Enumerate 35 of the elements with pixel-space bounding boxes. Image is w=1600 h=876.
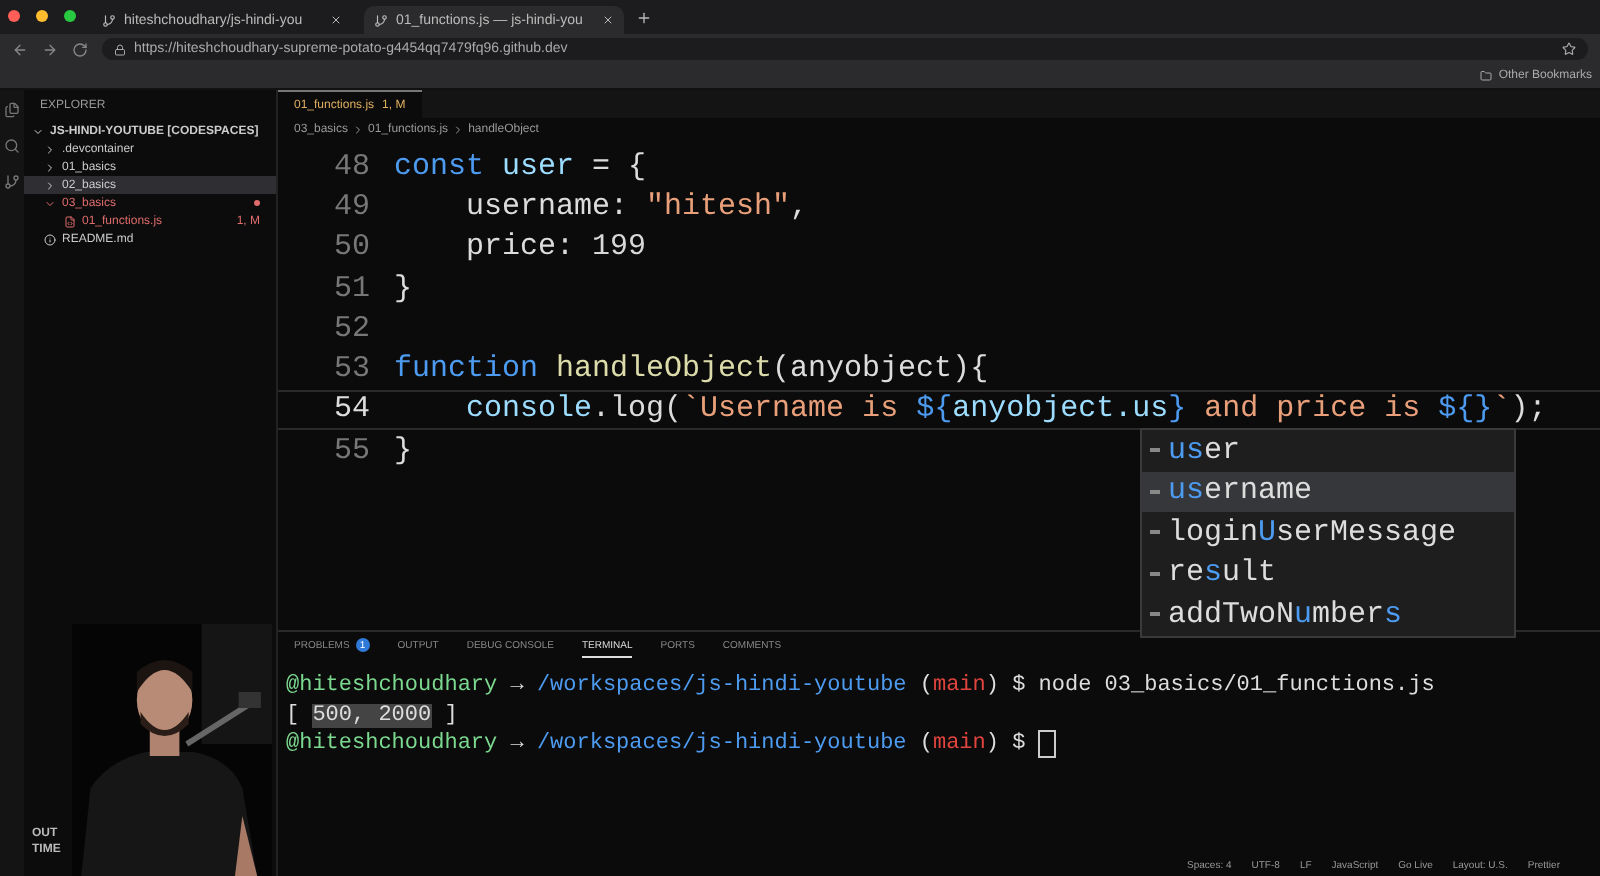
- chevron-icon: [452, 123, 465, 135]
- reload-icon: [72, 41, 88, 57]
- bookmark-star-icon: [1562, 42, 1576, 56]
- lock-icon: [114, 43, 126, 55]
- close-window-button[interactable]: [8, 10, 20, 22]
- suggestion-item[interactable]: addTwoNumbers: [1142, 594, 1514, 635]
- code-line: 54 console.log(`Username is ${anyobject.us} and price is ${}`);: [331, 390, 1547, 431]
- suggestion-item[interactable]: loginUserMessage: [1142, 512, 1514, 553]
- source-control-icon: [4, 174, 20, 190]
- code-line: 50 price: 199: [331, 228, 647, 268]
- terminal-line: @hiteshchoudhary → /workspaces/js-hindi-youtube (main) $: [286, 730, 1057, 759]
- terminal-line: [ 500, 2000 ]: [286, 701, 458, 730]
- chevron-icon: [352, 123, 365, 135]
- code-line: 52: [331, 309, 372, 349]
- code-line: 48 const user = {: [331, 147, 647, 187]
- code-file-icon: [64, 215, 76, 227]
- explorer-icon: [4, 102, 20, 118]
- code-line: 49 username: "hitesh",: [331, 187, 809, 228]
- close-icon: [602, 14, 614, 26]
- terminal-line: @hiteshchoudhary → /workspaces/js-hindi-youtube (main) $ node 03_basics/01_functions.js: [286, 672, 1435, 701]
- close-icon: [330, 14, 342, 26]
- code-line: 53 function handleObject(anyobject){: [331, 350, 989, 390]
- suggestion-item[interactable]: username: [1142, 471, 1514, 512]
- maximize-window-button[interactable]: [64, 10, 76, 22]
- new-tab-icon: [636, 9, 652, 25]
- search-icon: [4, 138, 20, 154]
- back-icon: [12, 41, 28, 57]
- code-line: 51 }: [331, 269, 413, 309]
- suggestion-item[interactable]: user: [1142, 430, 1514, 471]
- minimize-window-button[interactable]: [36, 10, 48, 22]
- forward-icon: [42, 41, 58, 57]
- code-line: 55 }: [331, 431, 413, 471]
- suggestion-item[interactable]: result: [1142, 553, 1514, 594]
- folder-icon: [1480, 70, 1493, 82]
- info-icon: [44, 233, 56, 245]
